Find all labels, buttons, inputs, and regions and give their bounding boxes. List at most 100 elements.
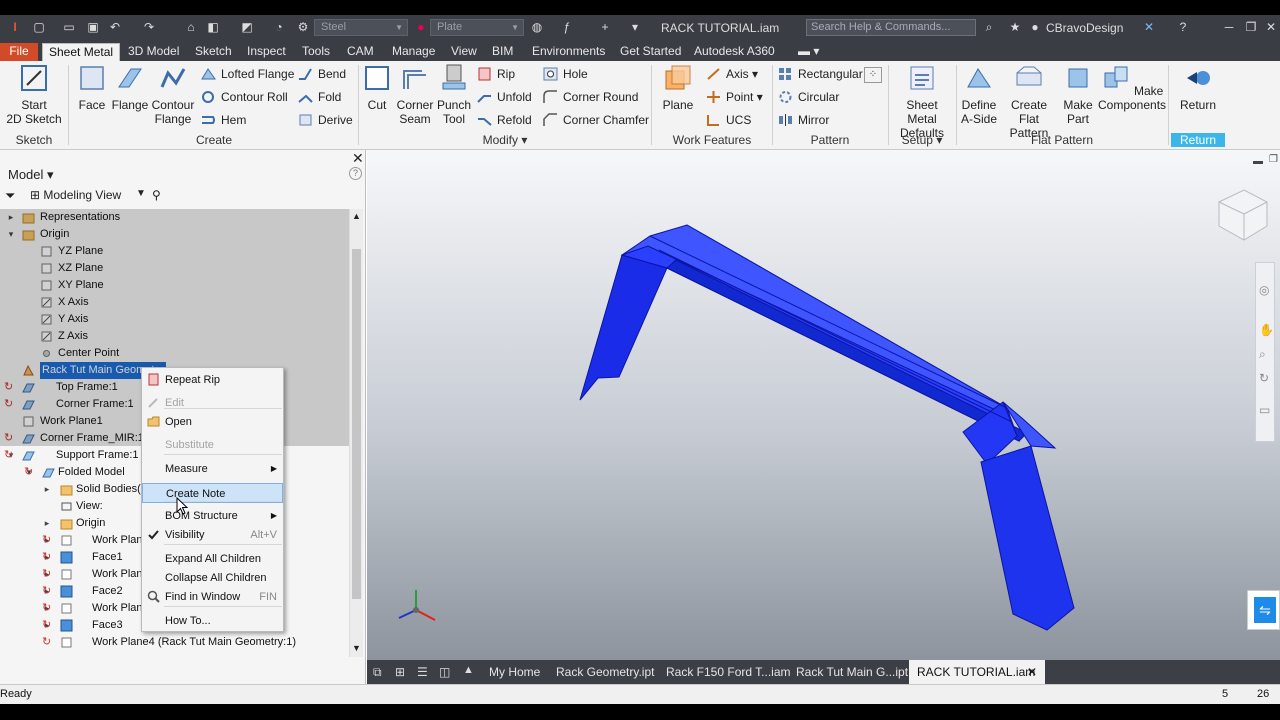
hem-button[interactable]: Hem — [201, 111, 246, 129]
menu-item-collapse-all-children[interactable]: Collapse All Children — [142, 568, 283, 588]
save-icon[interactable]: ▣ — [86, 20, 100, 34]
search-icon[interactable]: ⌕ — [982, 20, 996, 34]
new-file-icon[interactable]: ▢ — [32, 20, 46, 34]
tree-node[interactable]: ↻ Work Plane4 (Rack Tut Main Geometry:1) — [0, 634, 349, 651]
doc-tab-rack-tut-main[interactable]: Rack Tut Main G...ipt — [788, 660, 916, 684]
select-icon[interactable]: ◩ — [240, 20, 254, 34]
help-icon[interactable]: ? — [1176, 20, 1190, 34]
tab-tools[interactable]: Tools — [296, 43, 336, 61]
vertical-split-icon[interactable]: ◫ — [439, 665, 450, 679]
tab-3d-model[interactable]: 3D Model — [122, 43, 185, 61]
modify-panel-label[interactable]: Modify ▾ — [360, 133, 650, 147]
redo-icon[interactable]: ↷ — [142, 20, 156, 34]
plane-button[interactable]: Plane — [658, 63, 698, 112]
menu-item-find-in-window[interactable]: Find in Window FIN — [142, 587, 283, 607]
doc-tab-rack-f150[interactable]: Rack F150 Ford T...iam — [658, 660, 799, 684]
hole-button[interactable]: Hole — [543, 65, 588, 83]
settings-icon[interactable]: ⚙ — [296, 20, 310, 34]
tab-sheet-metal[interactable]: Sheet Metal — [42, 43, 121, 61]
measure-icon[interactable]: ◔ — [272, 20, 286, 34]
tab-autodesk-a360[interactable]: Autodesk A360 — [688, 43, 781, 61]
x-icon[interactable]: ✕ — [1142, 20, 1156, 34]
rack-frame-3d-model[interactable] — [579, 224, 1075, 631]
home-icon[interactable]: ⌂ — [184, 20, 198, 34]
restore-icon[interactable]: ❐ — [1269, 154, 1278, 165]
tab-environments[interactable]: Environments — [526, 43, 611, 61]
ribbon-options-icon[interactable]: ▬ ▾ — [792, 43, 825, 61]
bend-button[interactable]: Bend — [298, 65, 346, 83]
face-button[interactable]: Face — [74, 63, 110, 112]
tab-manage[interactable]: Manage — [386, 43, 441, 61]
setup-panel-label[interactable]: Setup ▾ — [888, 133, 956, 147]
menu-item-how-to[interactable]: How To... — [142, 611, 283, 631]
pattern-grid-icon[interactable]: ⁘ — [864, 67, 882, 83]
restore-icon[interactable]: ❐ — [1244, 20, 1258, 34]
menu-item-bom-structure[interactable]: BOM Structure ▶ — [142, 506, 283, 526]
tile-icon[interactable]: ⧉ — [373, 665, 382, 680]
unfold-button[interactable]: Unfold — [477, 88, 532, 106]
menu-item-open[interactable]: Open — [142, 412, 283, 432]
orbit-icon[interactable]: ↻ — [1259, 371, 1269, 385]
expand-icon[interactable]: ▸ — [42, 515, 52, 532]
open-file-icon[interactable]: ▭ — [62, 20, 76, 34]
tab-bim[interactable]: BIM — [486, 43, 519, 61]
help-search-input[interactable]: Search Help & Commands... — [806, 19, 976, 36]
add-icon[interactable]: + — [598, 20, 612, 34]
make-components-button[interactable]: Make Components — [1098, 63, 1166, 112]
scroll-down-icon[interactable]: ▼ — [352, 643, 361, 653]
tab-get-started[interactable]: Get Started — [614, 43, 687, 61]
tab-list-icon[interactable]: ▲ — [463, 664, 474, 676]
start-2d-sketch-button[interactable]: Start 2D Sketch — [6, 63, 62, 126]
create-flat-pattern-button[interactable]: Create Flat Pattern — [1000, 63, 1058, 140]
close-icon[interactable]: ✕ — [1027, 660, 1037, 684]
doc-tab-rack-geometry[interactable]: Rack Geometry.ipt — [548, 660, 662, 684]
minimize-icon[interactable]: ▬ — [1253, 156, 1263, 167]
grid-icon[interactable]: ⊞ — [395, 665, 405, 679]
close-icon[interactable]: ✕ — [1264, 20, 1278, 34]
menu-item-create-note[interactable]: Create Note — [142, 483, 283, 503]
fold-button[interactable]: Fold — [298, 88, 341, 106]
circular-pattern-button[interactable]: Circular — [778, 88, 839, 106]
mirror-button[interactable]: Mirror — [778, 111, 829, 129]
punch-tool-button[interactable]: Punch Tool — [436, 63, 472, 126]
scroll-up-icon[interactable]: ▲ — [352, 211, 361, 221]
tab-inspect[interactable]: Inspect — [241, 43, 292, 61]
sheet-metal-defaults-button[interactable]: Sheet Metal Defaults — [890, 63, 954, 140]
close-icon[interactable]: ✕ — [352, 150, 364, 167]
menu-item-repeat-rip[interactable]: Repeat Rip — [142, 370, 283, 390]
derive-button[interactable]: Derive — [298, 111, 353, 129]
corner-round-button[interactable]: Corner Round — [543, 88, 638, 106]
define-a-side-button[interactable]: Define A-Side — [958, 63, 1000, 126]
look-at-icon[interactable]: ▭ — [1259, 403, 1270, 417]
refold-button[interactable]: Refold — [477, 111, 532, 129]
tab-sketch[interactable]: Sketch — [189, 43, 238, 61]
update-icon[interactable]: ◧ — [206, 20, 220, 34]
view-cube-icon[interactable] — [1218, 189, 1268, 241]
rack-model[interactable] — [367, 150, 1280, 660]
graphics-viewport[interactable]: ▬ ❐ ◎ ✋ ⌕ ↻ ▭ ⇋ — [367, 150, 1280, 660]
return-button[interactable]: Return — [1172, 63, 1224, 112]
axis-button[interactable]: Axis ▾ — [706, 65, 758, 83]
share-button[interactable]: ⇋ — [1247, 590, 1280, 630]
user-name[interactable]: CBravoDesign — [1046, 21, 1123, 35]
horizontal-split-icon[interactable]: ☰ — [417, 665, 428, 679]
lofted-flange-button[interactable]: Lofted Flange — [201, 65, 294, 83]
corner-seam-button[interactable]: Corner Seam — [394, 63, 436, 126]
cut-button[interactable]: Cut — [362, 63, 392, 112]
tree-scrollbar[interactable]: ▲ ▼ — [349, 209, 363, 657]
appearance-icon[interactable]: ● — [414, 20, 428, 34]
ucs-button[interactable]: UCS — [706, 111, 751, 129]
clear-appearance-icon[interactable]: ◍ — [530, 20, 544, 34]
flange-button[interactable]: Flange — [110, 63, 150, 112]
fx-icon[interactable]: ƒ — [560, 20, 574, 34]
tab-cam[interactable]: CAM — [341, 43, 380, 61]
minimize-icon[interactable]: ─ — [1222, 20, 1236, 34]
menu-item-measure[interactable]: Measure ▶ — [142, 459, 283, 479]
favorite-icon[interactable]: ★ — [1008, 20, 1022, 34]
doc-tab-rack-tutorial[interactable]: RACK TUTORIAL.iam ✕ — [909, 660, 1045, 684]
contour-flange-button[interactable]: Contour Flange — [150, 63, 196, 126]
menu-item-expand-all-children[interactable]: Expand All Children — [142, 549, 283, 569]
customize-icon[interactable]: ▾ — [628, 20, 642, 34]
pan-icon[interactable]: ✋ — [1259, 323, 1274, 337]
expand-icon[interactable]: ▸ — [42, 481, 52, 498]
